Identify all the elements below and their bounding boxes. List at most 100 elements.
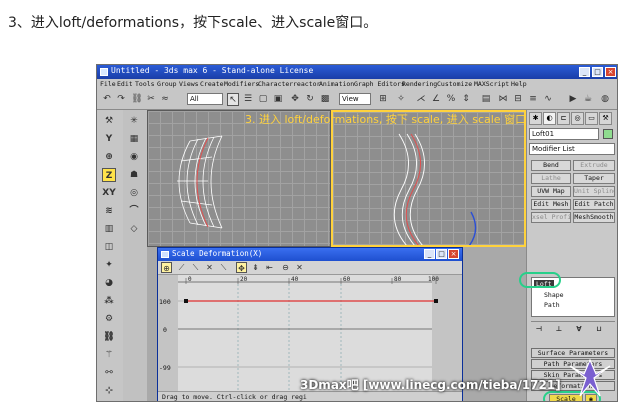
curve-editor-icon[interactable]: ∿ [542, 93, 554, 106]
swap-axes-icon[interactable]: ⟍ [218, 262, 229, 273]
object-name-field[interactable]: Loft01 [529, 128, 599, 140]
menu-animation[interactable]: Animation [319, 80, 354, 88]
modifier-list-dropdown[interactable]: Modifier List [529, 143, 615, 155]
window-crossing-icon[interactable]: ▣ [272, 93, 284, 106]
edit-mesh-button[interactable]: Edit Mesh [531, 199, 571, 210]
shape-icon[interactable]: ◇ [127, 222, 141, 236]
delete-control-point-icon[interactable]: ⊖ [280, 262, 291, 273]
select-object-icon[interactable]: ↖ [227, 93, 239, 106]
taper-button[interactable]: Taper [573, 173, 615, 184]
render-scene-icon[interactable]: ☕ [582, 93, 594, 106]
create-tab-icon[interactable]: ✱ [529, 112, 542, 125]
make-unique-icon[interactable]: ∀ [573, 323, 585, 335]
hammer-icon[interactable]: ⚒ [102, 114, 116, 128]
menu-modifiers[interactable]: Modifiers [224, 80, 259, 88]
menu-file[interactable]: File [100, 80, 116, 88]
bone-icon[interactable]: ⚯ [102, 366, 116, 380]
gear-icon[interactable]: ⚙ [102, 312, 116, 326]
menu-group[interactable]: Group [157, 80, 177, 88]
bend-icon[interactable]: ⌒ [127, 204, 141, 218]
spline-icon[interactable]: ≋ [102, 204, 116, 218]
teapot-icon[interactable]: ☗ [127, 168, 141, 182]
xsel-profile-button[interactable]: xsel Profile [531, 212, 571, 223]
ref-coord-dropdown[interactable]: View [339, 93, 371, 105]
menu-help[interactable]: Help [511, 80, 527, 88]
menu-character[interactable]: Character [258, 80, 293, 88]
maximize-button[interactable]: □ [592, 67, 603, 77]
align-icon[interactable]: ⊟ [512, 93, 524, 106]
edit-patch-button[interactable]: Edit Patch [573, 199, 615, 210]
menu-views[interactable]: Views [179, 80, 199, 88]
unit-spline-button[interactable]: Unit Spline [573, 186, 615, 197]
display-tab-icon[interactable]: ▭ [585, 112, 598, 125]
named-selection-icon[interactable]: ▤ [480, 93, 492, 106]
percent-snap-icon[interactable]: % [445, 93, 457, 106]
show-end-result-icon[interactable]: ⊥ [553, 323, 565, 335]
insert-control-point-icon[interactable]: ⇤ [264, 262, 275, 273]
meshsmooth-button[interactable]: MeshSmooth [573, 212, 615, 223]
motion-tab-icon[interactable]: ◎ [571, 112, 584, 125]
stack-item-path[interactable]: Path [544, 301, 560, 309]
quick-render-icon[interactable]: ▶ [567, 93, 579, 106]
camera-icon[interactable]: ◕ [102, 276, 116, 290]
window-title-bar[interactable]: Untitled - 3ds max 6 - Stand-alone Licen… [97, 65, 617, 79]
mirror-icon[interactable]: ⋈ [497, 93, 509, 106]
remove-modifier-icon[interactable]: ⊔ [593, 323, 605, 335]
y-axis-icon[interactable]: Y [102, 132, 116, 146]
minimize-button[interactable]: _ [579, 67, 590, 77]
uvw-map-button[interactable]: UVW Map [531, 186, 571, 197]
menu-reactor[interactable]: reactor [293, 80, 320, 88]
dialog-minimize-button[interactable]: _ [424, 249, 435, 259]
box-icon[interactable]: ▥ [102, 222, 116, 236]
torus-icon[interactable]: ◎ [127, 186, 141, 200]
viewport-top-right[interactable] [331, 110, 526, 247]
move-control-point-icon[interactable]: ✥ [236, 262, 247, 273]
grid-icon[interactable]: ⊕ [102, 150, 116, 164]
snap-toggle-icon[interactable]: ⋌ [415, 93, 427, 106]
angle-snap-icon[interactable]: ∠ [430, 93, 442, 106]
material-editor-icon[interactable]: ◍ [599, 93, 611, 106]
z-axis-button[interactable]: Z [102, 168, 116, 182]
select-link-icon[interactable]: ⛓ [131, 93, 143, 106]
spinner-snap-icon[interactable]: ⇕ [460, 93, 472, 106]
link-icon[interactable]: ⛓ [102, 330, 116, 344]
viewport-top-left[interactable] [147, 110, 331, 247]
menu-edit[interactable]: Edit [117, 80, 133, 88]
utilities-tab-icon[interactable]: ⚒ [599, 112, 612, 125]
dialog-close-button[interactable]: × [448, 249, 459, 259]
light-icon[interactable]: ✦ [102, 258, 116, 272]
bend-button[interactable]: Bend [531, 160, 571, 171]
undo-icon[interactable]: ↶ [101, 93, 113, 106]
pivot-center-icon[interactable]: ⊞ [377, 93, 389, 106]
particle-icon[interactable]: ⁂ [102, 294, 116, 308]
rect-region-icon[interactable]: ▢ [257, 93, 269, 106]
control-point-end[interactable] [434, 299, 438, 303]
selection-filter-dropdown[interactable]: All [187, 93, 223, 105]
menu-tools[interactable]: Tools [135, 80, 155, 88]
dialog-maximize-button[interactable]: □ [436, 249, 447, 259]
modify-tab-icon[interactable]: ◐ [543, 112, 556, 125]
make-symmetrical-icon[interactable]: ⊕ [161, 262, 172, 273]
scale-icon[interactable]: ▩ [319, 93, 331, 106]
deformation-graph[interactable]: 0 20 40 60 80 100 100 0 -99 [158, 275, 462, 391]
menu-rendering[interactable]: Rendering [402, 80, 437, 88]
display-x-axis-icon[interactable]: ⟋ [176, 262, 187, 273]
pin-stack-icon[interactable]: ⊣ [533, 323, 545, 335]
menu-customize[interactable]: Customize [437, 80, 472, 88]
nurbs-icon[interactable]: ✳ [127, 114, 141, 128]
move-icon[interactable]: ✥ [289, 93, 301, 106]
control-point-start[interactable] [184, 299, 188, 303]
menu-graph-editors[interactable]: Graph Editors [354, 80, 405, 88]
reset-curve-icon[interactable]: ✕ [294, 262, 305, 273]
display-y-axis-icon[interactable]: ⟍ [190, 262, 201, 273]
wand-icon[interactable]: ⚚ [102, 348, 116, 362]
mesh-icon[interactable]: ▦ [127, 132, 141, 146]
close-button[interactable]: × [605, 67, 616, 77]
redo-icon[interactable]: ↷ [115, 93, 127, 106]
cylinder-icon[interactable]: ◫ [102, 240, 116, 254]
rotate-icon[interactable]: ↻ [304, 93, 316, 106]
menu-create[interactable]: Create [200, 80, 223, 88]
layer-manager-icon[interactable]: ≡ [527, 93, 539, 106]
select-by-name-icon[interactable]: ☰ [242, 93, 254, 106]
unlink-icon[interactable]: ✂ [145, 93, 157, 106]
